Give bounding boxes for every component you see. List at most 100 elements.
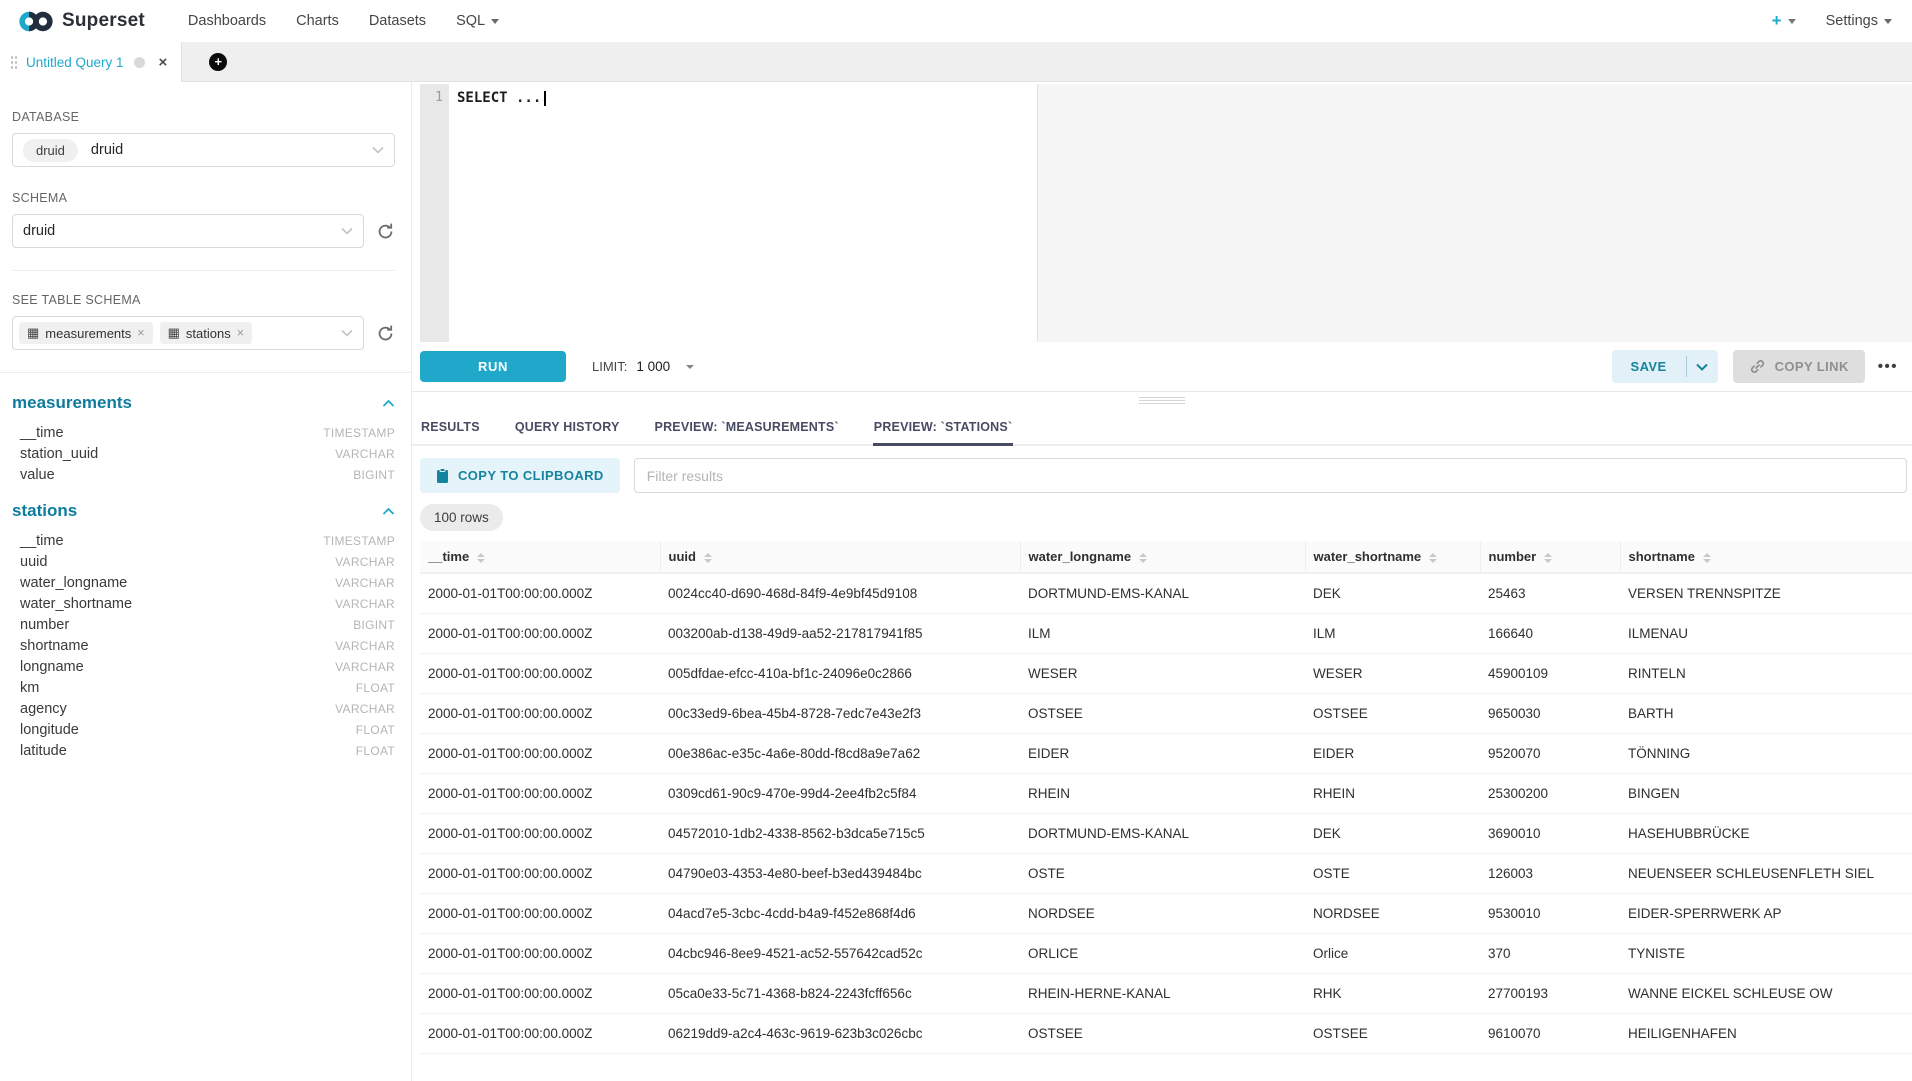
grid-cell: 003200ab-d138-49d9-aa52-217817941f85 — [660, 614, 1020, 654]
nav-item-sql[interactable]: SQL — [441, 13, 514, 29]
grid-row[interactable]: 2000-01-01T00:00:00.000Z00e386ac-e35c-4a… — [420, 734, 1912, 774]
save-button[interactable]: SAVE — [1612, 350, 1686, 383]
refresh-tables-icon[interactable] — [376, 324, 395, 343]
grid-row[interactable]: 2000-01-01T00:00:00.000Z005dfdae-efcc-41… — [420, 654, 1912, 694]
settings-menu[interactable]: Settings — [1826, 13, 1892, 29]
column-name: water_longname — [20, 575, 127, 591]
column-name: shortname — [20, 638, 89, 654]
nav-item-charts[interactable]: Charts — [281, 13, 354, 29]
sort-icon[interactable] — [1429, 553, 1437, 563]
more-actions-button[interactable]: ••• — [1878, 358, 1898, 375]
nav-item-datasets[interactable]: Datasets — [354, 13, 441, 29]
results-tab[interactable]: PREVIEW: `MEASUREMENTS` — [654, 409, 840, 446]
grid-row[interactable]: 2000-01-01T00:00:00.000Z00c33ed9-6bea-45… — [420, 694, 1912, 734]
grid-header-cell[interactable]: uuid — [660, 541, 1020, 573]
results-tab[interactable]: QUERY HISTORY — [514, 409, 621, 446]
editor-code-area[interactable]: SELECT ... — [449, 84, 1912, 342]
sort-icon[interactable] — [704, 553, 712, 563]
results-tab[interactable]: PREVIEW: `STATIONS` — [873, 409, 1014, 446]
new-query-tab-button[interactable]: + — [209, 53, 227, 71]
grid-cell: 27700193 — [1480, 974, 1620, 1014]
grid-cell: NORDSEE — [1305, 894, 1480, 934]
navbar-right: + Settings — [1772, 11, 1892, 31]
grid-cell: DEK — [1305, 573, 1480, 614]
grid-row[interactable]: 2000-01-01T00:00:00.000Z003200ab-d138-49… — [420, 614, 1912, 654]
grid-cell: WANNE EICKEL SCHLEUSE OW — [1620, 974, 1912, 1014]
grid-cell: RHEIN — [1020, 774, 1305, 814]
grid-cell: 9520070 — [1480, 734, 1620, 774]
sqllab-content: 1 SELECT ... RUN LIMIT: 1 000 SAVE — [412, 82, 1912, 1081]
query-tab-title[interactable]: Untitled Query 1 — [26, 55, 124, 70]
grid-header-label: number — [1489, 549, 1537, 564]
selected-table-pill[interactable]: ▦measurements× — [19, 322, 153, 344]
column-type: VARCHAR — [335, 597, 395, 611]
column-name: value — [20, 467, 55, 483]
grid-header-cell[interactable]: water_longname — [1020, 541, 1305, 573]
grid-row[interactable]: 2000-01-01T00:00:00.000Z04acd7e5-3cbc-4c… — [420, 894, 1912, 934]
grid-cell: ORLICE — [1020, 934, 1305, 974]
grid-row[interactable]: 2000-01-01T00:00:00.000Z06219dd9-a2c4-46… — [420, 1014, 1912, 1054]
grid-header-cell[interactable]: __time — [420, 541, 660, 573]
grid-cell: ILM — [1305, 614, 1480, 654]
column-name: longitude — [20, 722, 79, 738]
nav-item-dashboards[interactable]: Dashboards — [173, 13, 281, 29]
sort-icon[interactable] — [1703, 553, 1711, 563]
grid-cell: HEILIGENHAFEN — [1620, 1014, 1912, 1054]
database-select[interactable]: druid druid — [12, 133, 395, 167]
query-tab-strip: Untitled Query 1 × + — [0, 42, 1912, 82]
results-tab[interactable]: RESULTS — [420, 409, 481, 446]
grid-cell: 9610070 — [1480, 1014, 1620, 1054]
limit-dropdown[interactable]: LIMIT: 1 000 — [592, 359, 694, 374]
schema-table-header[interactable]: measurements — [12, 393, 395, 413]
table-schema-select[interactable]: ▦measurements×▦stations× — [12, 316, 364, 350]
grid-cell: Orlice — [1305, 934, 1480, 974]
remove-table-icon[interactable]: × — [237, 326, 244, 340]
results-controls: COPY TO CLIPBOARD — [420, 458, 1907, 493]
sort-icon[interactable] — [1544, 553, 1552, 563]
grid-header-label: water_shortname — [1314, 549, 1422, 564]
grid-row[interactable]: 2000-01-01T00:00:00.000Z04790e03-4353-4e… — [420, 854, 1912, 894]
schema-select[interactable]: druid — [12, 214, 364, 248]
query-tab[interactable]: Untitled Query 1 × — [0, 42, 182, 82]
run-button[interactable]: RUN — [420, 351, 566, 382]
new-item-menu[interactable]: + — [1772, 11, 1796, 31]
grid-row[interactable]: 2000-01-01T00:00:00.000Z04572010-1db2-43… — [420, 814, 1912, 854]
column-row: __timeTIMESTAMP — [12, 422, 395, 443]
column-row: numberBIGINT — [12, 614, 395, 635]
grid-header-cell[interactable]: number — [1480, 541, 1620, 573]
copy-link-button[interactable]: COPY LINK — [1733, 350, 1865, 383]
grid-header-cell[interactable]: shortname — [1620, 541, 1912, 573]
sql-editor[interactable]: 1 SELECT ... — [420, 84, 1912, 342]
close-tab-icon[interactable]: × — [159, 55, 168, 70]
sql-code-line: SELECT ... — [457, 90, 546, 106]
remove-table-icon[interactable]: × — [137, 326, 144, 340]
sort-icon[interactable] — [477, 553, 485, 563]
grid-row[interactable]: 2000-01-01T00:00:00.000Z05ca0e33-5c71-43… — [420, 974, 1912, 1014]
drag-handle-icon[interactable] — [10, 55, 17, 69]
grid-row[interactable]: 2000-01-01T00:00:00.000Z0309cd61-90c9-47… — [420, 774, 1912, 814]
grid-cell: WESER — [1020, 654, 1305, 694]
column-row: longitudeFLOAT — [12, 719, 395, 740]
results-grid: __timeuuidwater_longname water_shortname n… — [420, 541, 1912, 1081]
grid-row[interactable]: 2000-01-01T00:00:00.000Z0024cc40-d690-46… — [420, 573, 1912, 614]
grid-cell: 166640 — [1480, 614, 1620, 654]
refresh-schemas-icon[interactable] — [376, 222, 395, 241]
selected-table-pill[interactable]: ▦stations× — [160, 322, 252, 344]
selected-tables: ▦measurements×▦stations× — [19, 322, 259, 344]
grid-header-cell[interactable]: water_shortname — [1305, 541, 1480, 573]
save-split-button: SAVE — [1612, 350, 1718, 383]
pane-resize-handle[interactable] — [412, 392, 1912, 409]
selected-table-name: measurements — [45, 326, 131, 341]
grid-cell: 05ca0e33-5c71-4368-b824-2243fcff656c — [660, 974, 1020, 1014]
save-options-button[interactable] — [1687, 350, 1718, 383]
superset-brand[interactable]: Superset — [18, 10, 145, 33]
schema-table-header[interactable]: stations — [12, 501, 395, 521]
limit-label: LIMIT: — [592, 359, 627, 374]
sort-icon[interactable] — [1139, 553, 1147, 563]
grid-row[interactable]: 2000-01-01T00:00:00.000Z04cbc946-8ee9-45… — [420, 934, 1912, 974]
copy-to-clipboard-button[interactable]: COPY TO CLIPBOARD — [420, 458, 620, 493]
grid-cell: HASEHUBBRÜCKE — [1620, 814, 1912, 854]
grid-cell: 005dfdae-efcc-410a-bf1c-24096e0c2866 — [660, 654, 1020, 694]
grid-cell: 2000-01-01T00:00:00.000Z — [420, 894, 660, 934]
filter-results-input[interactable] — [634, 458, 1907, 493]
